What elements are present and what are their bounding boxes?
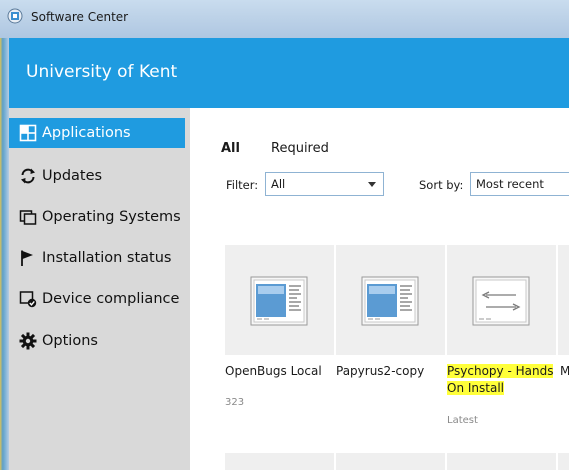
app-tile-row2[interactable] bbox=[447, 453, 556, 470]
application-window-icon bbox=[361, 276, 419, 326]
app-name-psychopy-hands-on-install[interactable]: Psychopy - Hands On Install bbox=[447, 363, 554, 397]
app-tile-row2[interactable] bbox=[225, 453, 334, 470]
app-tile-row2[interactable] bbox=[336, 453, 445, 470]
filter-value: All bbox=[271, 177, 286, 191]
app-meta-psychopy: Latest bbox=[447, 415, 478, 426]
app-tile-openbugs-local[interactable] bbox=[225, 245, 334, 355]
sidebar-item-updates[interactable]: Updates bbox=[9, 161, 185, 191]
app-tile-papyrus2-copy[interactable] bbox=[336, 245, 445, 355]
sidebar-item-label: Applications bbox=[42, 125, 131, 141]
app-name-partial[interactable]: M bbox=[560, 363, 569, 380]
flag-icon bbox=[21, 250, 33, 266]
main-content: All Required Filter: All Sort by: Most r… bbox=[190, 108, 569, 470]
sidebar-item-label: Updates bbox=[42, 168, 103, 184]
org-header: University of Kent bbox=[9, 38, 569, 108]
app-tile-row2[interactable] bbox=[558, 453, 569, 470]
sidebar-item-label: Options bbox=[42, 333, 98, 349]
windows-icon bbox=[19, 210, 37, 225]
window-title: Software Center bbox=[31, 10, 129, 24]
script-document-icon bbox=[472, 276, 530, 326]
sidebar-item-installation-status[interactable]: Installation status bbox=[9, 243, 185, 273]
app-name-line: Psychopy - Hands bbox=[447, 364, 554, 378]
app-meta-openbugs-local: 323 bbox=[225, 397, 245, 408]
app-name-papyrus2-copy[interactable]: Papyrus2-copy bbox=[336, 363, 424, 380]
sidebar-item-label: Operating Systems bbox=[42, 209, 181, 225]
application-window-icon bbox=[250, 276, 308, 326]
filter-dropdown[interactable]: All bbox=[265, 172, 384, 196]
software-center-window: Software Center University of Kent Appli… bbox=[0, 0, 569, 470]
shield-check-icon bbox=[19, 291, 37, 308]
sort-value: Most recent bbox=[476, 177, 544, 191]
sidebar-item-device-compliance[interactable]: Device compliance bbox=[9, 284, 185, 314]
sidebar: Applications Updates Operating Systems I… bbox=[9, 108, 190, 470]
app-name-openbugs-local[interactable]: OpenBugs Local bbox=[225, 363, 322, 380]
sort-label: Sort by: bbox=[419, 178, 464, 192]
sidebar-item-applications[interactable]: Applications bbox=[9, 118, 185, 148]
software-center-app-icon bbox=[7, 8, 23, 24]
refresh-icon bbox=[21, 168, 35, 184]
grid-icon bbox=[19, 124, 37, 142]
sidebar-item-label: Device compliance bbox=[42, 291, 180, 307]
sidebar-item-label: Installation status bbox=[42, 250, 172, 266]
sidebar-item-operating-systems[interactable]: Operating Systems bbox=[9, 202, 185, 232]
gear-icon bbox=[19, 332, 37, 350]
chevron-down-icon bbox=[368, 182, 376, 187]
title-bar[interactable]: Software Center bbox=[0, 0, 569, 38]
tab-all[interactable]: All bbox=[221, 141, 240, 156]
tab-required[interactable]: Required bbox=[271, 141, 329, 156]
window-frame-left bbox=[0, 38, 9, 470]
filter-label: Filter: bbox=[226, 178, 259, 192]
app-name-line: On Install bbox=[447, 381, 504, 395]
app-tile-psychopy-hands-on-install[interactable] bbox=[447, 245, 556, 355]
app-tile-partial[interactable] bbox=[558, 245, 569, 355]
sidebar-item-options[interactable]: Options bbox=[9, 326, 185, 356]
organization-name: University of Kent bbox=[26, 62, 178, 82]
sort-dropdown[interactable]: Most recent bbox=[470, 172, 569, 196]
